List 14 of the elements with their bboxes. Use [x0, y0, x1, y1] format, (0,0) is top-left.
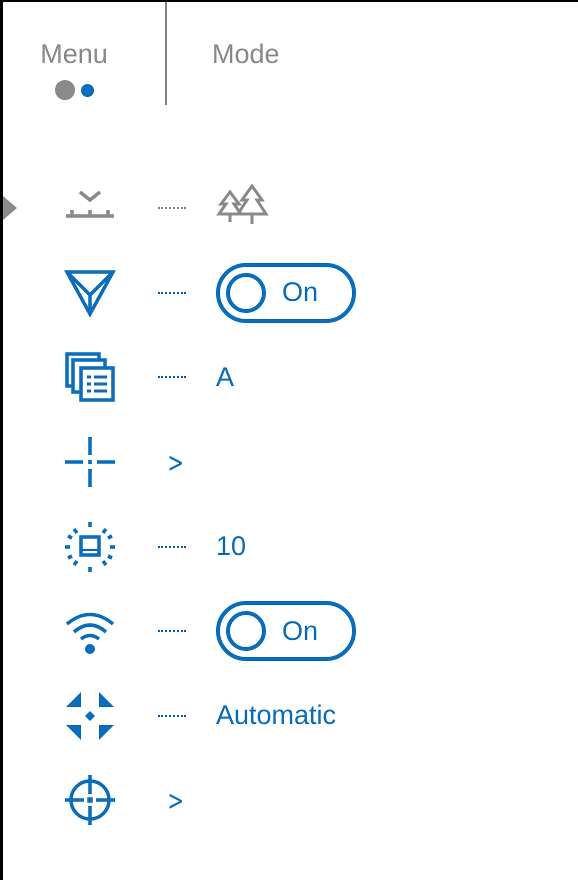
setting-value: Automatic	[216, 700, 336, 732]
setting-value: 10	[216, 531, 246, 562]
reticle-icon[interactable]	[64, 774, 116, 826]
toggle-switch[interactable]: On	[216, 601, 356, 662]
chevron-icon[interactable]: >	[168, 784, 184, 817]
menu-title[interactable]: Menu	[40, 39, 128, 70]
chevron-icon[interactable]: >	[168, 446, 184, 479]
setting-value: A	[216, 362, 234, 393]
toggle-switch[interactable]: On	[216, 262, 356, 323]
arrows-icon[interactable]	[64, 690, 116, 742]
documents-icon[interactable]	[64, 351, 116, 404]
brightness-icon[interactable]	[64, 520, 116, 573]
crosshair-icon[interactable]	[64, 436, 116, 488]
mode-title[interactable]: Mode	[212, 39, 280, 70]
